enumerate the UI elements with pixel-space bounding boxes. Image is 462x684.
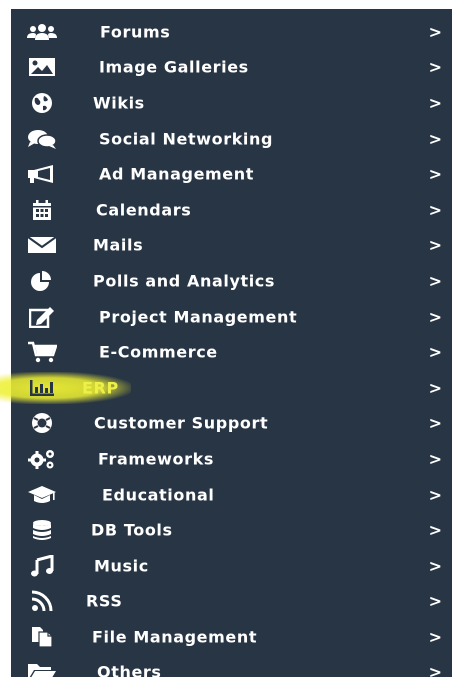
chevron-right-icon: > — [428, 342, 442, 362]
menu-item-forums[interactable]: Forums > — [11, 14, 452, 50]
menu-item-mails[interactable]: Mails > — [11, 228, 452, 264]
menu-item-label: Calendars — [96, 200, 192, 220]
menu-item-label: Image Galleries — [99, 57, 249, 77]
menu-item-file-management[interactable]: File Management > — [11, 619, 452, 655]
chevron-right-icon: > — [428, 520, 442, 540]
bar-chart-icon — [27, 377, 57, 399]
menu-item-label: RSS — [86, 591, 123, 611]
chevron-right-icon: > — [428, 485, 442, 505]
menu-item-frameworks[interactable]: Frameworks > — [11, 441, 452, 477]
chevron-right-icon: > — [428, 129, 442, 149]
chevron-right-icon: > — [428, 627, 442, 647]
category-menu: Forums > Image Galleries > Wikis > Socia… — [0, 9, 452, 682]
menu-item-customer-support[interactable]: Customer Support > — [11, 406, 452, 442]
menu-item-erp[interactable]: ERP > — [0, 370, 452, 406]
chevron-right-icon: > — [428, 307, 442, 327]
chevron-right-icon: > — [428, 22, 442, 42]
menu-item-label: Customer Support — [94, 413, 269, 433]
chevron-right-icon: > — [428, 164, 442, 184]
menu-item-label: File Management — [92, 627, 258, 647]
shopping-cart-icon — [27, 341, 57, 363]
calendar-icon — [27, 199, 57, 221]
chevron-right-icon: > — [428, 413, 442, 433]
menu-item-label: Wikis — [93, 93, 145, 113]
menu-item-wikis[interactable]: Wikis > — [11, 85, 452, 121]
chevron-right-icon: > — [428, 556, 442, 576]
chevron-right-icon: > — [428, 200, 442, 220]
menu-item-label: Music — [94, 556, 149, 576]
copy-files-icon — [27, 626, 57, 648]
chevron-right-icon: > — [428, 93, 442, 113]
globe-icon — [27, 92, 57, 114]
chevron-right-icon: > — [428, 271, 442, 291]
edit-icon — [27, 306, 57, 328]
menu-item-calendars[interactable]: Calendars > — [11, 192, 452, 228]
chevron-right-icon: > — [428, 449, 442, 469]
menu-item-label: Polls and Analytics — [93, 271, 276, 291]
menu-item-db-tools[interactable]: DB Tools > — [11, 512, 452, 548]
life-ring-icon — [27, 412, 57, 434]
menu-item-label: Forums — [100, 22, 171, 42]
menu-item-label: Mails — [93, 235, 144, 255]
graduation-cap-icon — [27, 484, 57, 506]
chevron-right-icon: > — [428, 378, 442, 398]
menu-item-e-commerce[interactable]: E-Commerce > — [11, 334, 452, 370]
rss-icon — [27, 590, 57, 612]
menu-item-label: DB Tools — [91, 520, 173, 540]
menu-item-social-networking[interactable]: Social Networking > — [11, 121, 452, 157]
menu-item-image-galleries[interactable]: Image Galleries > — [11, 50, 452, 86]
menu-item-music[interactable]: Music > — [11, 548, 452, 584]
menu-item-label: Frameworks — [98, 449, 214, 469]
menu-item-polls-and-analytics[interactable]: Polls and Analytics > — [11, 263, 452, 299]
comments-icon — [27, 128, 57, 150]
pie-chart-icon — [27, 270, 57, 292]
chevron-right-icon: > — [428, 235, 442, 255]
menu-item-others[interactable]: Others > — [11, 655, 452, 684]
menu-item-rss[interactable]: RSS > — [11, 584, 452, 620]
envelope-icon — [27, 234, 57, 256]
menu-item-project-management[interactable]: Project Management > — [11, 299, 452, 335]
chevron-right-icon: > — [428, 662, 442, 682]
menu-item-label: Social Networking — [99, 129, 274, 149]
menu-item-label: Educational — [102, 485, 215, 505]
cogs-icon — [27, 448, 57, 470]
menu-item-label: Project Management — [99, 307, 298, 327]
menu-item-label: E-Commerce — [99, 342, 218, 362]
folder-open-icon — [27, 661, 57, 683]
menu-item-educational[interactable]: Educational > — [11, 477, 452, 513]
database-icon — [27, 519, 57, 541]
bullhorn-icon — [27, 163, 57, 185]
image-icon — [27, 56, 57, 78]
page-frame: Forums > Image Galleries > Wikis > Socia… — [0, 0, 462, 684]
users-icon — [27, 21, 57, 43]
menu-item-label: Others — [97, 662, 162, 682]
menu-item-label: Ad Management — [99, 164, 254, 184]
chevron-right-icon: > — [428, 591, 442, 611]
music-icon — [27, 554, 57, 577]
menu-item-label: ERP — [82, 378, 119, 398]
menu-item-ad-management[interactable]: Ad Management > — [11, 156, 452, 192]
chevron-right-icon: > — [428, 57, 442, 77]
